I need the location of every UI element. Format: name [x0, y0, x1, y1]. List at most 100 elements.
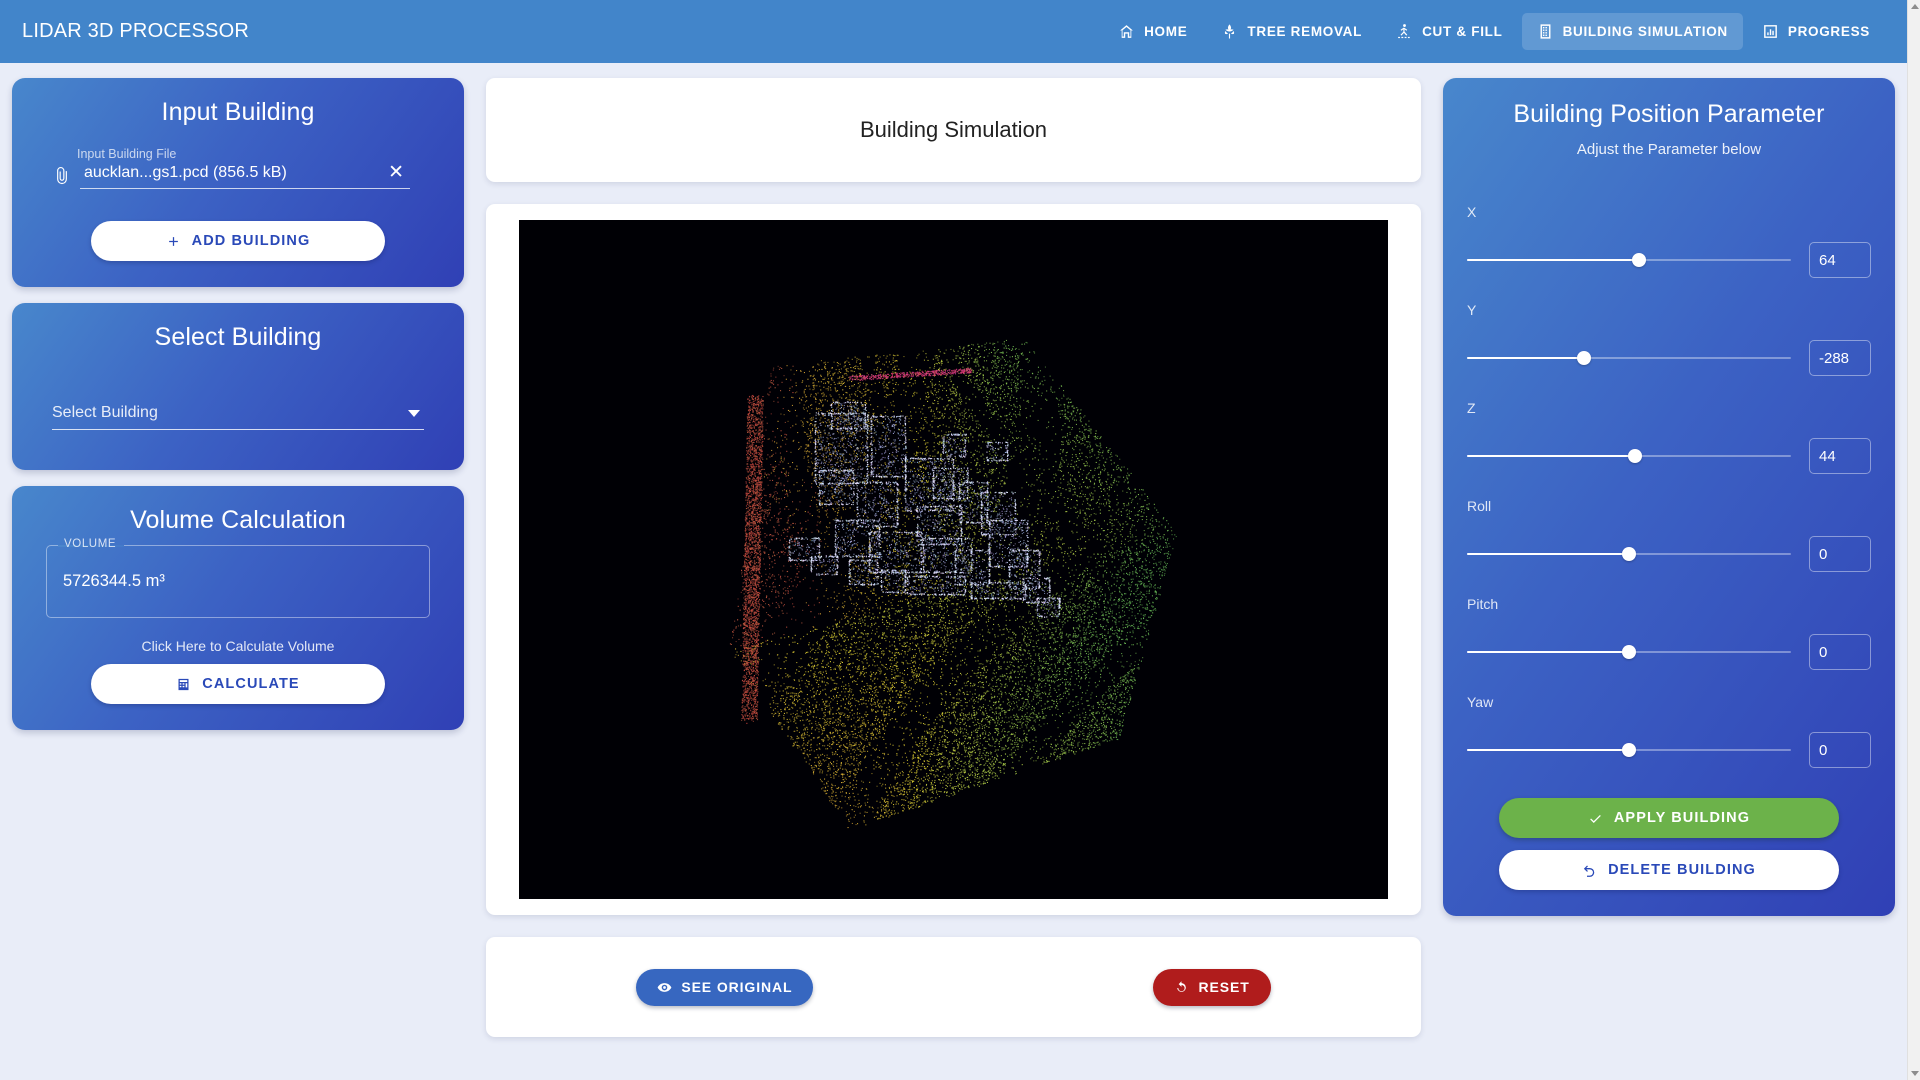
nav-label: HOME: [1144, 24, 1187, 39]
chart-icon: [1762, 23, 1779, 40]
apply-building-label: APPLY BUILDING: [1614, 810, 1750, 826]
slider-knob[interactable]: [1622, 645, 1636, 659]
nav-label: PROGRESS: [1788, 24, 1870, 39]
slider-value-input[interactable]: 44: [1809, 438, 1871, 474]
slider-track[interactable]: [1467, 642, 1791, 662]
nav-item-building-simulation[interactable]: BUILDING SIMULATION: [1522, 13, 1743, 50]
add-building-button[interactable]: ADD BUILDING: [91, 221, 385, 261]
volume-field-legend: VOLUME: [59, 538, 121, 550]
reset-label: RESET: [1198, 979, 1249, 995]
viewer-card: [486, 204, 1421, 915]
slider-line: 44: [1467, 438, 1871, 474]
slider-value-input[interactable]: 0: [1809, 732, 1871, 768]
select-building-dropdown[interactable]: Select Building: [52, 404, 424, 430]
slider-fill: [1467, 259, 1639, 261]
slider-track[interactable]: [1467, 740, 1791, 760]
slider-track[interactable]: [1467, 250, 1791, 270]
see-original-label: SEE ORIGINAL: [681, 979, 792, 995]
volume-value: 5726344.5 m³: [63, 560, 413, 591]
calculate-hint: Click Here to Calculate Volume: [34, 638, 442, 654]
parameter-title: Building Position Parameter: [1467, 100, 1871, 129]
slider-line: -288: [1467, 340, 1871, 376]
check-icon: [1588, 811, 1603, 826]
reset-button[interactable]: RESET: [1153, 969, 1270, 1006]
slider-row-pitch: Pitch 0: [1467, 596, 1871, 670]
slider-knob[interactable]: [1577, 351, 1591, 365]
center-column: Building Simulation SEE ORIGINAL RESET: [486, 78, 1421, 1037]
slider-label: X: [1467, 204, 1871, 220]
file-input-row: aucklan...gs1.pcd (856.5 kB) ✕: [52, 162, 410, 189]
chevron-down-icon: [408, 410, 420, 417]
page-body: Input Building Input Building File auckl…: [0, 63, 1907, 1080]
nav-label: BUILDING SIMULATION: [1563, 24, 1728, 39]
brand-title: LIDAR 3D PROCESSOR: [22, 20, 249, 43]
slider-track[interactable]: [1467, 348, 1791, 368]
slider-value-input[interactable]: -288: [1809, 340, 1871, 376]
page-title: Building Simulation: [860, 117, 1047, 143]
slider-knob[interactable]: [1622, 547, 1636, 561]
delete-building-button[interactable]: DELETE BUILDING: [1499, 850, 1839, 890]
volume-output-field: VOLUME 5726344.5 m³: [46, 545, 430, 618]
input-building-card: Input Building Input Building File auckl…: [12, 78, 464, 287]
building-position-parameter-card: Building Position Parameter Adjust the P…: [1443, 78, 1895, 916]
close-icon[interactable]: ✕: [386, 163, 406, 182]
refresh-icon: [1174, 980, 1189, 995]
plus-icon: [166, 234, 181, 249]
simulation-header-card: Building Simulation: [486, 78, 1421, 182]
nav-item-home[interactable]: HOME: [1103, 13, 1202, 50]
file-input-label: Input Building File: [77, 147, 410, 161]
scroll-up-arrow[interactable]: [1908, 0, 1920, 13]
left-column: Input Building Input Building File auckl…: [12, 78, 464, 730]
cut-fill-icon: [1396, 23, 1413, 40]
scroll-down-arrow[interactable]: [1908, 1067, 1920, 1080]
slider-line: 0: [1467, 634, 1871, 670]
slider-value-input[interactable]: 64: [1809, 242, 1871, 278]
slider-label: Yaw: [1467, 694, 1871, 710]
pointcloud-viewer[interactable]: [519, 220, 1388, 899]
nav-item-tree-removal[interactable]: TREE REMOVAL: [1206, 13, 1377, 50]
slider-line: 0: [1467, 536, 1871, 572]
see-original-button[interactable]: SEE ORIGINAL: [636, 969, 813, 1006]
nav-item-cut-and-fill[interactable]: CUT & FILL: [1381, 13, 1518, 50]
slider-value-input[interactable]: 0: [1809, 536, 1871, 572]
slider-knob[interactable]: [1622, 743, 1636, 757]
slider-row-roll: Roll 0: [1467, 498, 1871, 572]
home-icon: [1118, 23, 1135, 40]
file-input-field[interactable]: aucklan...gs1.pcd (856.5 kB) ✕: [80, 162, 410, 189]
slider-row-y: Y -288: [1467, 302, 1871, 376]
slider-row-z: Z 44: [1467, 400, 1871, 474]
slider-track[interactable]: [1467, 544, 1791, 564]
header-nav: HOME TREE REMOVAL CUT & FILL BUILDING SI…: [1103, 13, 1885, 50]
volume-calculation-card: Volume Calculation VOLUME 5726344.5 m³ C…: [12, 486, 464, 730]
slider-label: Z: [1467, 400, 1871, 416]
right-column: Building Position Parameter Adjust the P…: [1443, 78, 1895, 916]
page-scrollbar[interactable]: [1907, 0, 1920, 1080]
apply-building-button[interactable]: APPLY BUILDING: [1499, 798, 1839, 838]
building-icon: [1537, 23, 1554, 40]
file-field-wrap: Input Building File aucklan...gs1.pcd (8…: [34, 137, 442, 189]
slider-track[interactable]: [1467, 446, 1791, 466]
nav-label: CUT & FILL: [1422, 24, 1503, 39]
volume-calculation-title: Volume Calculation: [34, 506, 442, 535]
nav-item-progress[interactable]: PROGRESS: [1747, 13, 1885, 50]
select-building-title: Select Building: [34, 323, 442, 352]
add-building-label: ADD BUILDING: [192, 233, 311, 249]
undo-icon: [1582, 863, 1597, 878]
parameter-subtitle: Adjust the Parameter below: [1467, 141, 1871, 158]
eye-icon: [657, 980, 672, 995]
slider-value-input[interactable]: 0: [1809, 634, 1871, 670]
parameter-sliders: X 64 Y -288 Z 44 Roll 0 Pitch 0 Yaw 0: [1467, 204, 1871, 768]
slider-fill: [1467, 651, 1629, 653]
select-building-card: Select Building Select Building: [12, 303, 464, 470]
nav-label: TREE REMOVAL: [1247, 24, 1362, 39]
slider-label: Pitch: [1467, 596, 1871, 612]
slider-knob[interactable]: [1628, 449, 1642, 463]
tree-icon: [1221, 23, 1238, 40]
slider-line: 0: [1467, 732, 1871, 768]
calculator-icon: [176, 677, 191, 692]
calculate-button[interactable]: CALCULATE: [91, 664, 385, 704]
input-building-title: Input Building: [34, 98, 442, 127]
select-building-value: Select Building: [52, 404, 158, 422]
slider-knob[interactable]: [1632, 253, 1646, 267]
viewer-actions-card: SEE ORIGINAL RESET: [486, 937, 1421, 1037]
